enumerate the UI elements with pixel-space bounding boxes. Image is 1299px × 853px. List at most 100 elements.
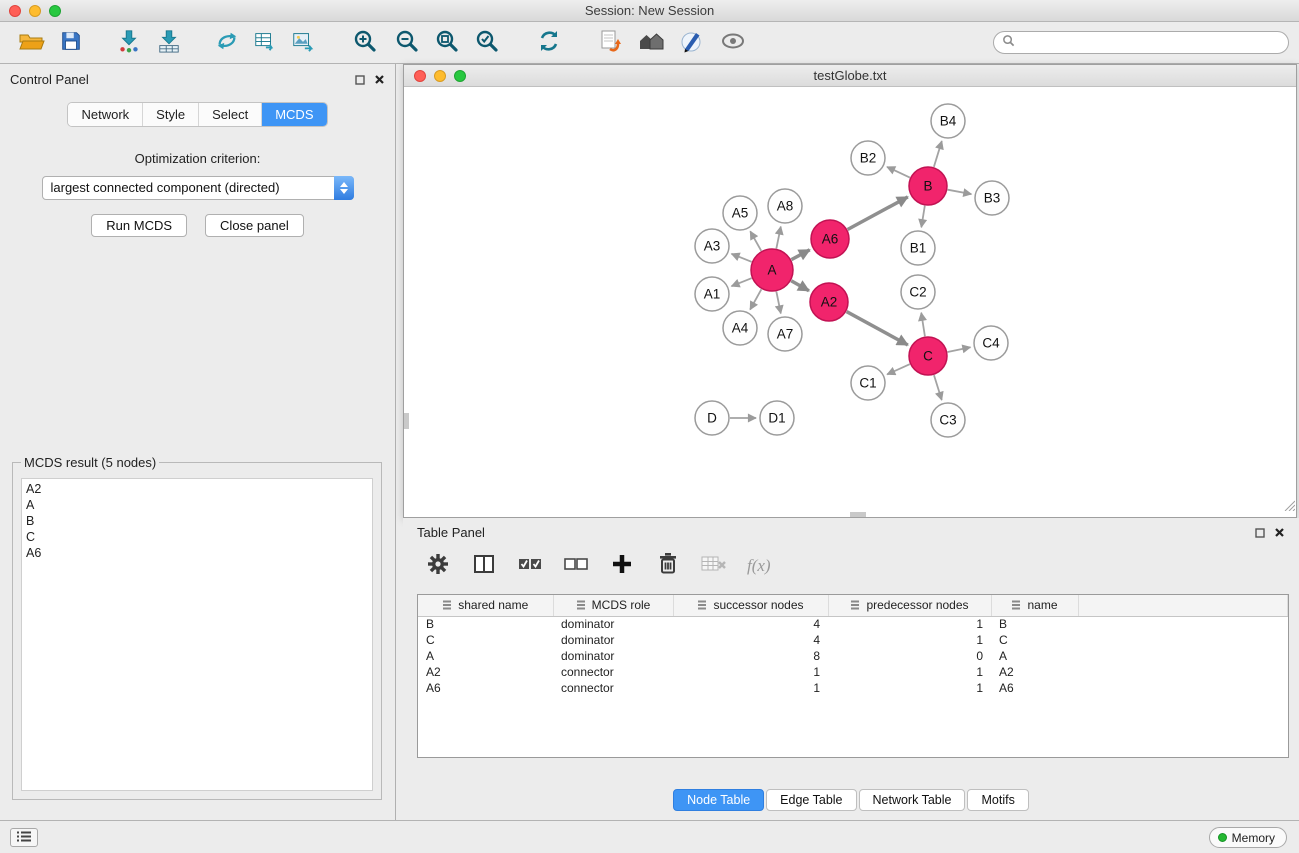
export-image-button[interactable] bbox=[286, 26, 320, 60]
tab-mcds[interactable]: MCDS bbox=[262, 103, 326, 126]
tab-motifs[interactable]: Motifs bbox=[967, 789, 1028, 811]
import-network-button[interactable] bbox=[112, 26, 146, 60]
graph-edge-A-A4[interactable] bbox=[750, 289, 761, 309]
graph-edge-A-A5[interactable] bbox=[750, 231, 761, 251]
criterion-dropdown[interactable]: largest connected component (directed) bbox=[42, 176, 354, 200]
graph-node-A6[interactable]: A6 bbox=[811, 220, 849, 258]
select-all-button[interactable] bbox=[515, 551, 545, 581]
close-panel-button[interactable]: Close panel bbox=[205, 214, 304, 237]
graph-edge-C-C2[interactable] bbox=[921, 313, 925, 336]
column-header-name[interactable]: name bbox=[991, 595, 1078, 616]
import-table-button[interactable] bbox=[152, 26, 186, 60]
graph-edge-A-A8[interactable] bbox=[776, 227, 780, 249]
table-settings-button[interactable] bbox=[423, 551, 453, 581]
graph-node-A1[interactable]: A1 bbox=[695, 277, 729, 311]
graph-edge-B-B2[interactable] bbox=[887, 167, 910, 178]
zoom-in-button[interactable] bbox=[348, 26, 382, 60]
zoom-selected-button[interactable] bbox=[470, 26, 504, 60]
graph-edge-B-B3[interactable] bbox=[948, 190, 972, 194]
network-close-button[interactable] bbox=[414, 70, 426, 82]
minimize-button[interactable] bbox=[29, 5, 41, 17]
table-row[interactable]: A6connector11A6 bbox=[418, 680, 1288, 696]
graph-node-B2[interactable]: B2 bbox=[851, 141, 885, 175]
table-row[interactable]: Bdominator41B bbox=[418, 616, 1288, 632]
graph-node-B1[interactable]: B1 bbox=[901, 231, 935, 265]
result-item[interactable]: A bbox=[26, 497, 368, 513]
close-panel-icon[interactable] bbox=[374, 72, 385, 90]
graph-node-D1[interactable]: D1 bbox=[760, 401, 794, 435]
graph-node-B4[interactable]: B4 bbox=[931, 104, 965, 138]
graph-edge-C-C3[interactable] bbox=[934, 375, 942, 400]
zoom-out-button[interactable] bbox=[390, 26, 424, 60]
graph-edge-A-A6[interactable] bbox=[791, 250, 809, 260]
column-header-mcds-role[interactable]: MCDS role bbox=[553, 595, 673, 616]
graph-edge-B-B1[interactable] bbox=[921, 206, 924, 228]
graph-edge-A-A3[interactable] bbox=[731, 254, 751, 262]
float-table-panel-icon[interactable] bbox=[1255, 525, 1265, 543]
network-zoom-button[interactable] bbox=[454, 70, 466, 82]
tab-node-table[interactable]: Node Table bbox=[673, 789, 764, 811]
vertical-scroll-marker[interactable] bbox=[404, 413, 409, 429]
zoom-fit-button[interactable] bbox=[430, 26, 464, 60]
deselect-all-button[interactable] bbox=[561, 551, 591, 581]
graph-edge-A-A7[interactable] bbox=[776, 292, 780, 314]
memory-button[interactable]: Memory bbox=[1209, 827, 1287, 848]
function-builder-button[interactable]: f(x) bbox=[747, 556, 771, 576]
apply-layout-button[interactable] bbox=[532, 26, 566, 60]
home-button[interactable] bbox=[634, 26, 668, 60]
tab-style[interactable]: Style bbox=[143, 103, 199, 126]
network-window-titlebar[interactable]: testGlobe.txt bbox=[404, 65, 1296, 87]
result-item[interactable]: B bbox=[26, 513, 368, 529]
result-item[interactable]: A2 bbox=[26, 481, 368, 497]
network-canvas[interactable]: B4B2BB3A5A8A6A3B1AC2A1A2A4A7C4CC1C3DD1 bbox=[405, 88, 1295, 517]
close-table-panel-icon[interactable] bbox=[1274, 525, 1285, 543]
graph-node-A[interactable]: A bbox=[751, 249, 793, 291]
graph-node-A3[interactable]: A3 bbox=[695, 229, 729, 263]
tab-select[interactable]: Select bbox=[199, 103, 262, 126]
resize-grip[interactable] bbox=[1283, 498, 1295, 516]
table-row[interactable]: Adominator80A bbox=[418, 648, 1288, 664]
tab-network-table[interactable]: Network Table bbox=[859, 789, 966, 811]
close-button[interactable] bbox=[9, 5, 21, 17]
graph-node-C1[interactable]: C1 bbox=[851, 366, 885, 400]
result-item[interactable]: C bbox=[26, 529, 368, 545]
graph-edge-C-C4[interactable] bbox=[948, 347, 971, 352]
graph-node-B3[interactable]: B3 bbox=[975, 181, 1009, 215]
graph-node-A8[interactable]: A8 bbox=[768, 189, 802, 223]
table-row[interactable]: A2connector11A2 bbox=[418, 664, 1288, 680]
export-document-button[interactable] bbox=[594, 26, 628, 60]
graph-node-A2[interactable]: A2 bbox=[810, 283, 848, 321]
graph-node-C4[interactable]: C4 bbox=[974, 326, 1008, 360]
run-mcds-button[interactable]: Run MCDS bbox=[91, 214, 187, 237]
graph-node-A7[interactable]: A7 bbox=[768, 317, 802, 351]
open-file-button[interactable] bbox=[14, 26, 48, 60]
horizontal-scroll-marker[interactable] bbox=[850, 512, 866, 517]
delete-column-button[interactable] bbox=[653, 551, 683, 581]
save-session-button[interactable] bbox=[54, 26, 88, 60]
delete-table-button[interactable] bbox=[699, 551, 729, 581]
network-minimize-button[interactable] bbox=[434, 70, 446, 82]
zoom-button[interactable] bbox=[49, 5, 61, 17]
graph-node-B[interactable]: B bbox=[909, 167, 947, 205]
graph-node-C[interactable]: C bbox=[909, 337, 947, 375]
graph-node-C3[interactable]: C3 bbox=[931, 403, 965, 437]
graph-node-D[interactable]: D bbox=[695, 401, 729, 435]
add-column-button[interactable] bbox=[607, 551, 637, 581]
network-from-url-button[interactable] bbox=[210, 26, 244, 60]
graph-edge-A6-B[interactable] bbox=[848, 197, 908, 230]
table-row[interactable]: Cdominator41C bbox=[418, 632, 1288, 648]
column-header-successor-nodes[interactable]: successor nodes bbox=[673, 595, 828, 616]
graph-edge-A2-C[interactable] bbox=[847, 312, 908, 345]
show-panels-button[interactable] bbox=[10, 828, 38, 847]
graph-edge-A-A2[interactable] bbox=[791, 281, 809, 291]
column-header-shared-name[interactable]: shared name bbox=[418, 595, 553, 616]
show-details-button[interactable] bbox=[716, 26, 750, 60]
column-header-predecessor-nodes[interactable]: predecessor nodes bbox=[828, 595, 991, 616]
tab-network[interactable]: Network bbox=[68, 103, 143, 126]
graph-node-C2[interactable]: C2 bbox=[901, 275, 935, 309]
float-panel-icon[interactable] bbox=[355, 72, 365, 90]
mcds-result-list[interactable]: A2ABCA6 bbox=[21, 478, 373, 791]
graph-edge-C-C1[interactable] bbox=[887, 364, 910, 374]
tab-edge-table[interactable]: Edge Table bbox=[766, 789, 856, 811]
search-input[interactable] bbox=[1020, 35, 1280, 51]
